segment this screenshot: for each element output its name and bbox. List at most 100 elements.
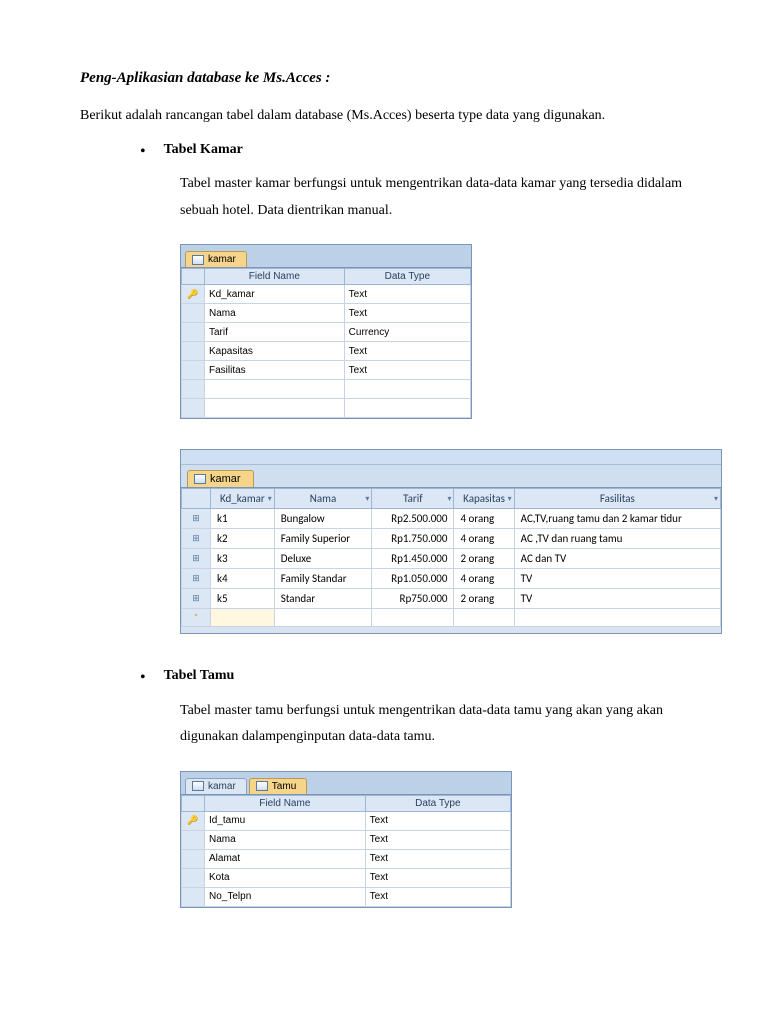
col-kd-kamar[interactable]: Kd_kamar▾ — [211, 489, 275, 509]
cell[interactable]: k5 — [211, 589, 275, 609]
tab-kamar-data[interactable]: kamar — [187, 470, 254, 487]
table-row: ⊞ k1 Bungalow Rp2.500.000 4 orang AC,TV,… — [182, 509, 721, 529]
cell[interactable]: 2 orang — [454, 549, 514, 569]
row-selector[interactable] — [182, 380, 205, 399]
type-cell[interactable]: Text — [365, 849, 510, 868]
cell[interactable]: 2 orang — [454, 589, 514, 609]
field-cell[interactable]: Tarif — [205, 323, 345, 342]
field-cell[interactable]: Nama — [205, 830, 366, 849]
row-selector[interactable] — [182, 868, 205, 887]
type-cell[interactable] — [344, 380, 470, 399]
type-cell[interactable]: Text — [365, 830, 510, 849]
field-cell[interactable]: Kapasitas — [205, 342, 345, 361]
dropdown-icon[interactable]: ▾ — [268, 494, 272, 504]
cell[interactable] — [211, 609, 275, 627]
cell[interactable] — [274, 609, 372, 627]
type-cell[interactable] — [344, 399, 470, 418]
cell[interactable]: k4 — [211, 569, 275, 589]
col-tarif[interactable]: Tarif▾ — [372, 489, 454, 509]
cell[interactable]: k2 — [211, 529, 275, 549]
cell[interactable]: Bungalow — [274, 509, 372, 529]
bullet-kamar: • Tabel Kamar — [140, 142, 688, 161]
field-cell[interactable]: Id_tamu — [205, 811, 366, 830]
cell[interactable]: Rp1.050.000 — [372, 569, 454, 589]
intro-paragraph: Berikut adalah rancangan tabel dalam dat… — [80, 105, 688, 126]
cell[interactable]: Family Superior — [274, 529, 372, 549]
cell[interactable]: Rp1.450.000 — [372, 549, 454, 569]
col-fasilitas[interactable]: Fasilitas▾ — [514, 489, 720, 509]
field-cell[interactable] — [205, 380, 345, 399]
expand-icon[interactable]: ⊞ — [182, 549, 211, 569]
field-cell[interactable]: Alamat — [205, 849, 366, 868]
cell[interactable] — [372, 609, 454, 627]
dropdown-icon[interactable]: ▾ — [508, 494, 512, 504]
row-selector[interactable] — [182, 342, 205, 361]
cell[interactable] — [514, 609, 720, 627]
cell[interactable]: Rp2.500.000 — [372, 509, 454, 529]
type-cell[interactable]: Text — [365, 811, 510, 830]
cell[interactable]: Deluxe — [274, 549, 372, 569]
row-selector[interactable] — [182, 399, 205, 418]
type-cell[interactable]: Text — [344, 285, 470, 304]
cell[interactable]: 4 orang — [454, 529, 514, 549]
desc-tamu: Tabel master tamu berfungsi untuk mengen… — [180, 698, 688, 751]
cell[interactable]: Rp1.750.000 — [372, 529, 454, 549]
cell[interactable]: TV — [514, 569, 720, 589]
dropdown-icon[interactable]: ▾ — [447, 494, 451, 504]
design-grid-tamu: Field Name Data Type 🔑 Id_tamu Text Nama… — [181, 795, 511, 907]
type-cell[interactable]: Text — [344, 361, 470, 380]
cell[interactable]: Standar — [274, 589, 372, 609]
cell[interactable]: 4 orang — [454, 569, 514, 589]
col-nama[interactable]: Nama▾ — [274, 489, 372, 509]
expand-icon[interactable]: ⊞ — [182, 569, 211, 589]
cell[interactable] — [454, 609, 514, 627]
cell[interactable]: 4 orang — [454, 509, 514, 529]
type-cell[interactable]: Text — [365, 887, 510, 906]
col-data-type[interactable]: Data Type — [365, 795, 510, 811]
data-grid-kamar: Kd_kamar▾ Nama▾ Tarif▾ Kapasitas▾ Fasili… — [181, 488, 721, 627]
cell[interactable]: AC ,TV dan ruang tamu — [514, 529, 720, 549]
cell[interactable]: k1 — [211, 509, 275, 529]
expand-icon[interactable]: ⊞ — [182, 529, 211, 549]
row-selector[interactable] — [182, 304, 205, 323]
tab-kamar[interactable]: kamar — [185, 251, 247, 267]
row-selector[interactable] — [182, 849, 205, 868]
tab-kamar-inactive[interactable]: kamar — [185, 778, 247, 794]
col-field-name[interactable]: Field Name — [205, 269, 345, 285]
row-selector[interactable] — [182, 830, 205, 849]
type-cell[interactable]: Currency — [344, 323, 470, 342]
field-cell[interactable]: No_Telpn — [205, 887, 366, 906]
row-selector[interactable] — [182, 361, 205, 380]
col-field-name[interactable]: Field Name — [205, 795, 366, 811]
new-row[interactable]: * — [182, 609, 721, 627]
cell[interactable]: Family Standar — [274, 569, 372, 589]
field-cell[interactable]: Kota — [205, 868, 366, 887]
dropdown-icon[interactable]: ▾ — [714, 494, 718, 504]
desc-kamar: Tabel master kamar berfungsi untuk menge… — [180, 171, 688, 224]
bullet-tamu-label: Tabel Tamu — [164, 668, 235, 684]
type-cell[interactable]: Text — [365, 868, 510, 887]
row-selector[interactable] — [182, 323, 205, 342]
tab-tamu[interactable]: Tamu — [249, 778, 307, 794]
field-cell[interactable] — [205, 399, 345, 418]
cell[interactable]: k3 — [211, 549, 275, 569]
col-data-type[interactable]: Data Type — [344, 269, 470, 285]
row-selector[interactable] — [182, 887, 205, 906]
field-cell[interactable]: Kd_kamar — [205, 285, 345, 304]
cell[interactable]: AC dan TV — [514, 549, 720, 569]
row-selector[interactable]: 🔑 — [182, 811, 205, 830]
type-cell[interactable]: Text — [344, 304, 470, 323]
expand-icon[interactable]: ⊞ — [182, 509, 211, 529]
col-kapasitas[interactable]: Kapasitas▾ — [454, 489, 514, 509]
field-cell[interactable]: Fasilitas — [205, 361, 345, 380]
field-cell[interactable]: Nama — [205, 304, 345, 323]
dropdown-icon[interactable]: ▾ — [365, 494, 369, 504]
type-cell[interactable]: Text — [344, 342, 470, 361]
table-icon — [256, 781, 268, 791]
cell[interactable]: Rp750.000 — [372, 589, 454, 609]
cell[interactable]: AC,TV,ruang tamu dan 2 kamar tidur — [514, 509, 720, 529]
access-datasheet-kamar: kamar Kd_kamar▾ Nama▾ Tarif▾ Kapasitas▾ … — [180, 449, 722, 634]
row-selector[interactable]: 🔑 — [182, 285, 205, 304]
expand-icon[interactable]: ⊞ — [182, 589, 211, 609]
cell[interactable]: TV — [514, 589, 720, 609]
